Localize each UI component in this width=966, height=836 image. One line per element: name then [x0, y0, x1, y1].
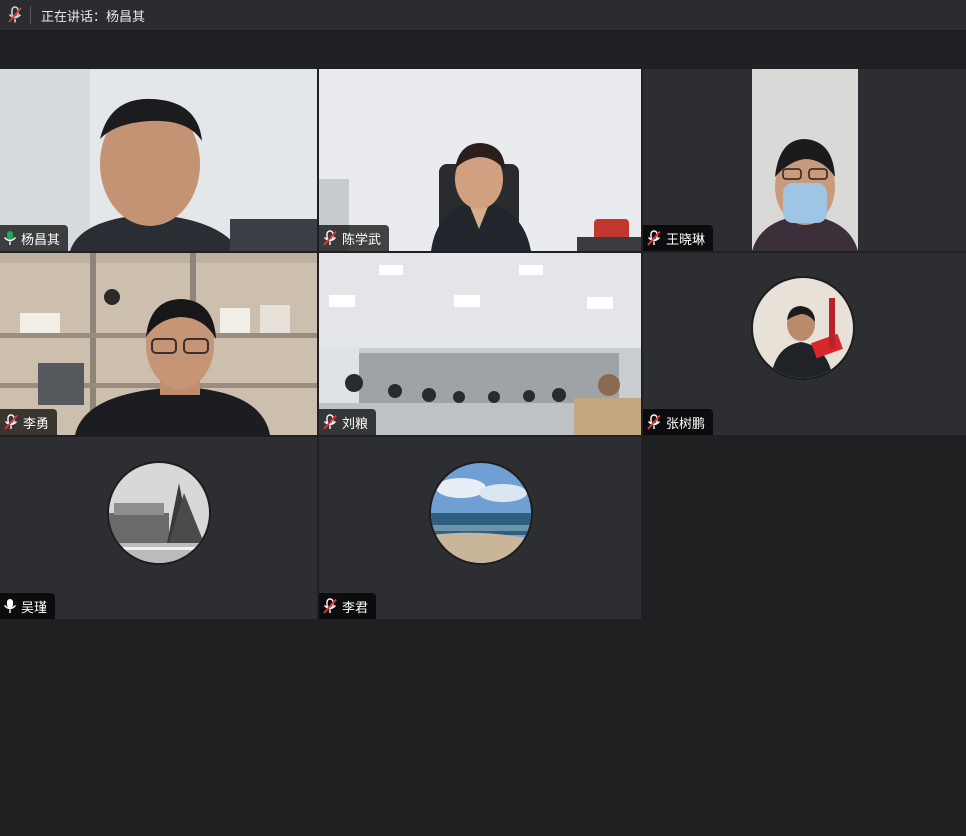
participant-nametag: 王晓琳: [643, 225, 714, 251]
mic-muted-icon: [647, 414, 661, 430]
mic-muted-icon[interactable]: [0, 0, 30, 30]
participant-nametag: 吴瑾: [0, 593, 56, 619]
participant-nametag: 陈学武: [319, 225, 390, 251]
video-feed: [643, 69, 966, 251]
mic-muted-icon: [323, 598, 337, 614]
toolbar-strip: [0, 31, 966, 67]
video-tile-li-yong[interactable]: 李勇: [0, 253, 317, 435]
video-feed: [319, 253, 641, 435]
top-bar: 正在讲话：杨昌其: [0, 0, 966, 31]
mic-muted-icon: [323, 414, 337, 430]
video-feed: [0, 253, 317, 435]
video-tile-liu[interactable]: 刘粮: [319, 253, 641, 435]
avatar: [751, 276, 855, 380]
mic-muted-icon: [323, 230, 337, 246]
mic-muted-icon: [647, 230, 661, 246]
participant-name: 杨昌其: [21, 232, 61, 248]
participant-nametag: 刘粮: [319, 409, 377, 435]
video-tile-wu[interactable]: 吴瑾: [0, 437, 317, 619]
video-tile-li-jun[interactable]: 李君: [319, 437, 641, 619]
avatar: [429, 461, 533, 565]
participant-name: 吴瑾: [21, 600, 48, 616]
video-tile-yang[interactable]: 杨昌其: [0, 69, 317, 251]
divider: [30, 6, 31, 24]
participant-name: 李君: [342, 600, 369, 616]
video-tile-wang[interactable]: 王晓琳: [643, 69, 966, 251]
video-feed: [319, 69, 641, 251]
participant-name: 张树鹏: [666, 416, 706, 432]
participant-name: 王晓琳: [666, 232, 706, 248]
avatar: [107, 461, 211, 565]
video-grid: 杨昌其 陈学武 王晓琳 李勇 刘粮 张树鹏 吴瑾 李君: [0, 67, 966, 627]
mic-muted-icon: [4, 414, 18, 430]
mic-icon: [3, 599, 17, 613]
participant-nametag: 李勇: [0, 409, 58, 435]
video-feed: [0, 69, 317, 251]
participant-nametag: 李君: [319, 593, 377, 619]
participant-nametag: 张树鹏: [643, 409, 714, 435]
participant-name: 李勇: [23, 416, 50, 432]
participant-nametag: 杨昌其: [0, 225, 69, 251]
mic-active-icon: [3, 231, 17, 245]
participant-name: 刘粮: [342, 416, 369, 432]
participant-name: 陈学武: [342, 232, 382, 248]
video-tile-chen[interactable]: 陈学武: [319, 69, 641, 251]
video-tile-zhang[interactable]: 张树鹏: [643, 253, 966, 435]
speaking-indicator: 正在讲话：杨昌其: [41, 9, 146, 25]
